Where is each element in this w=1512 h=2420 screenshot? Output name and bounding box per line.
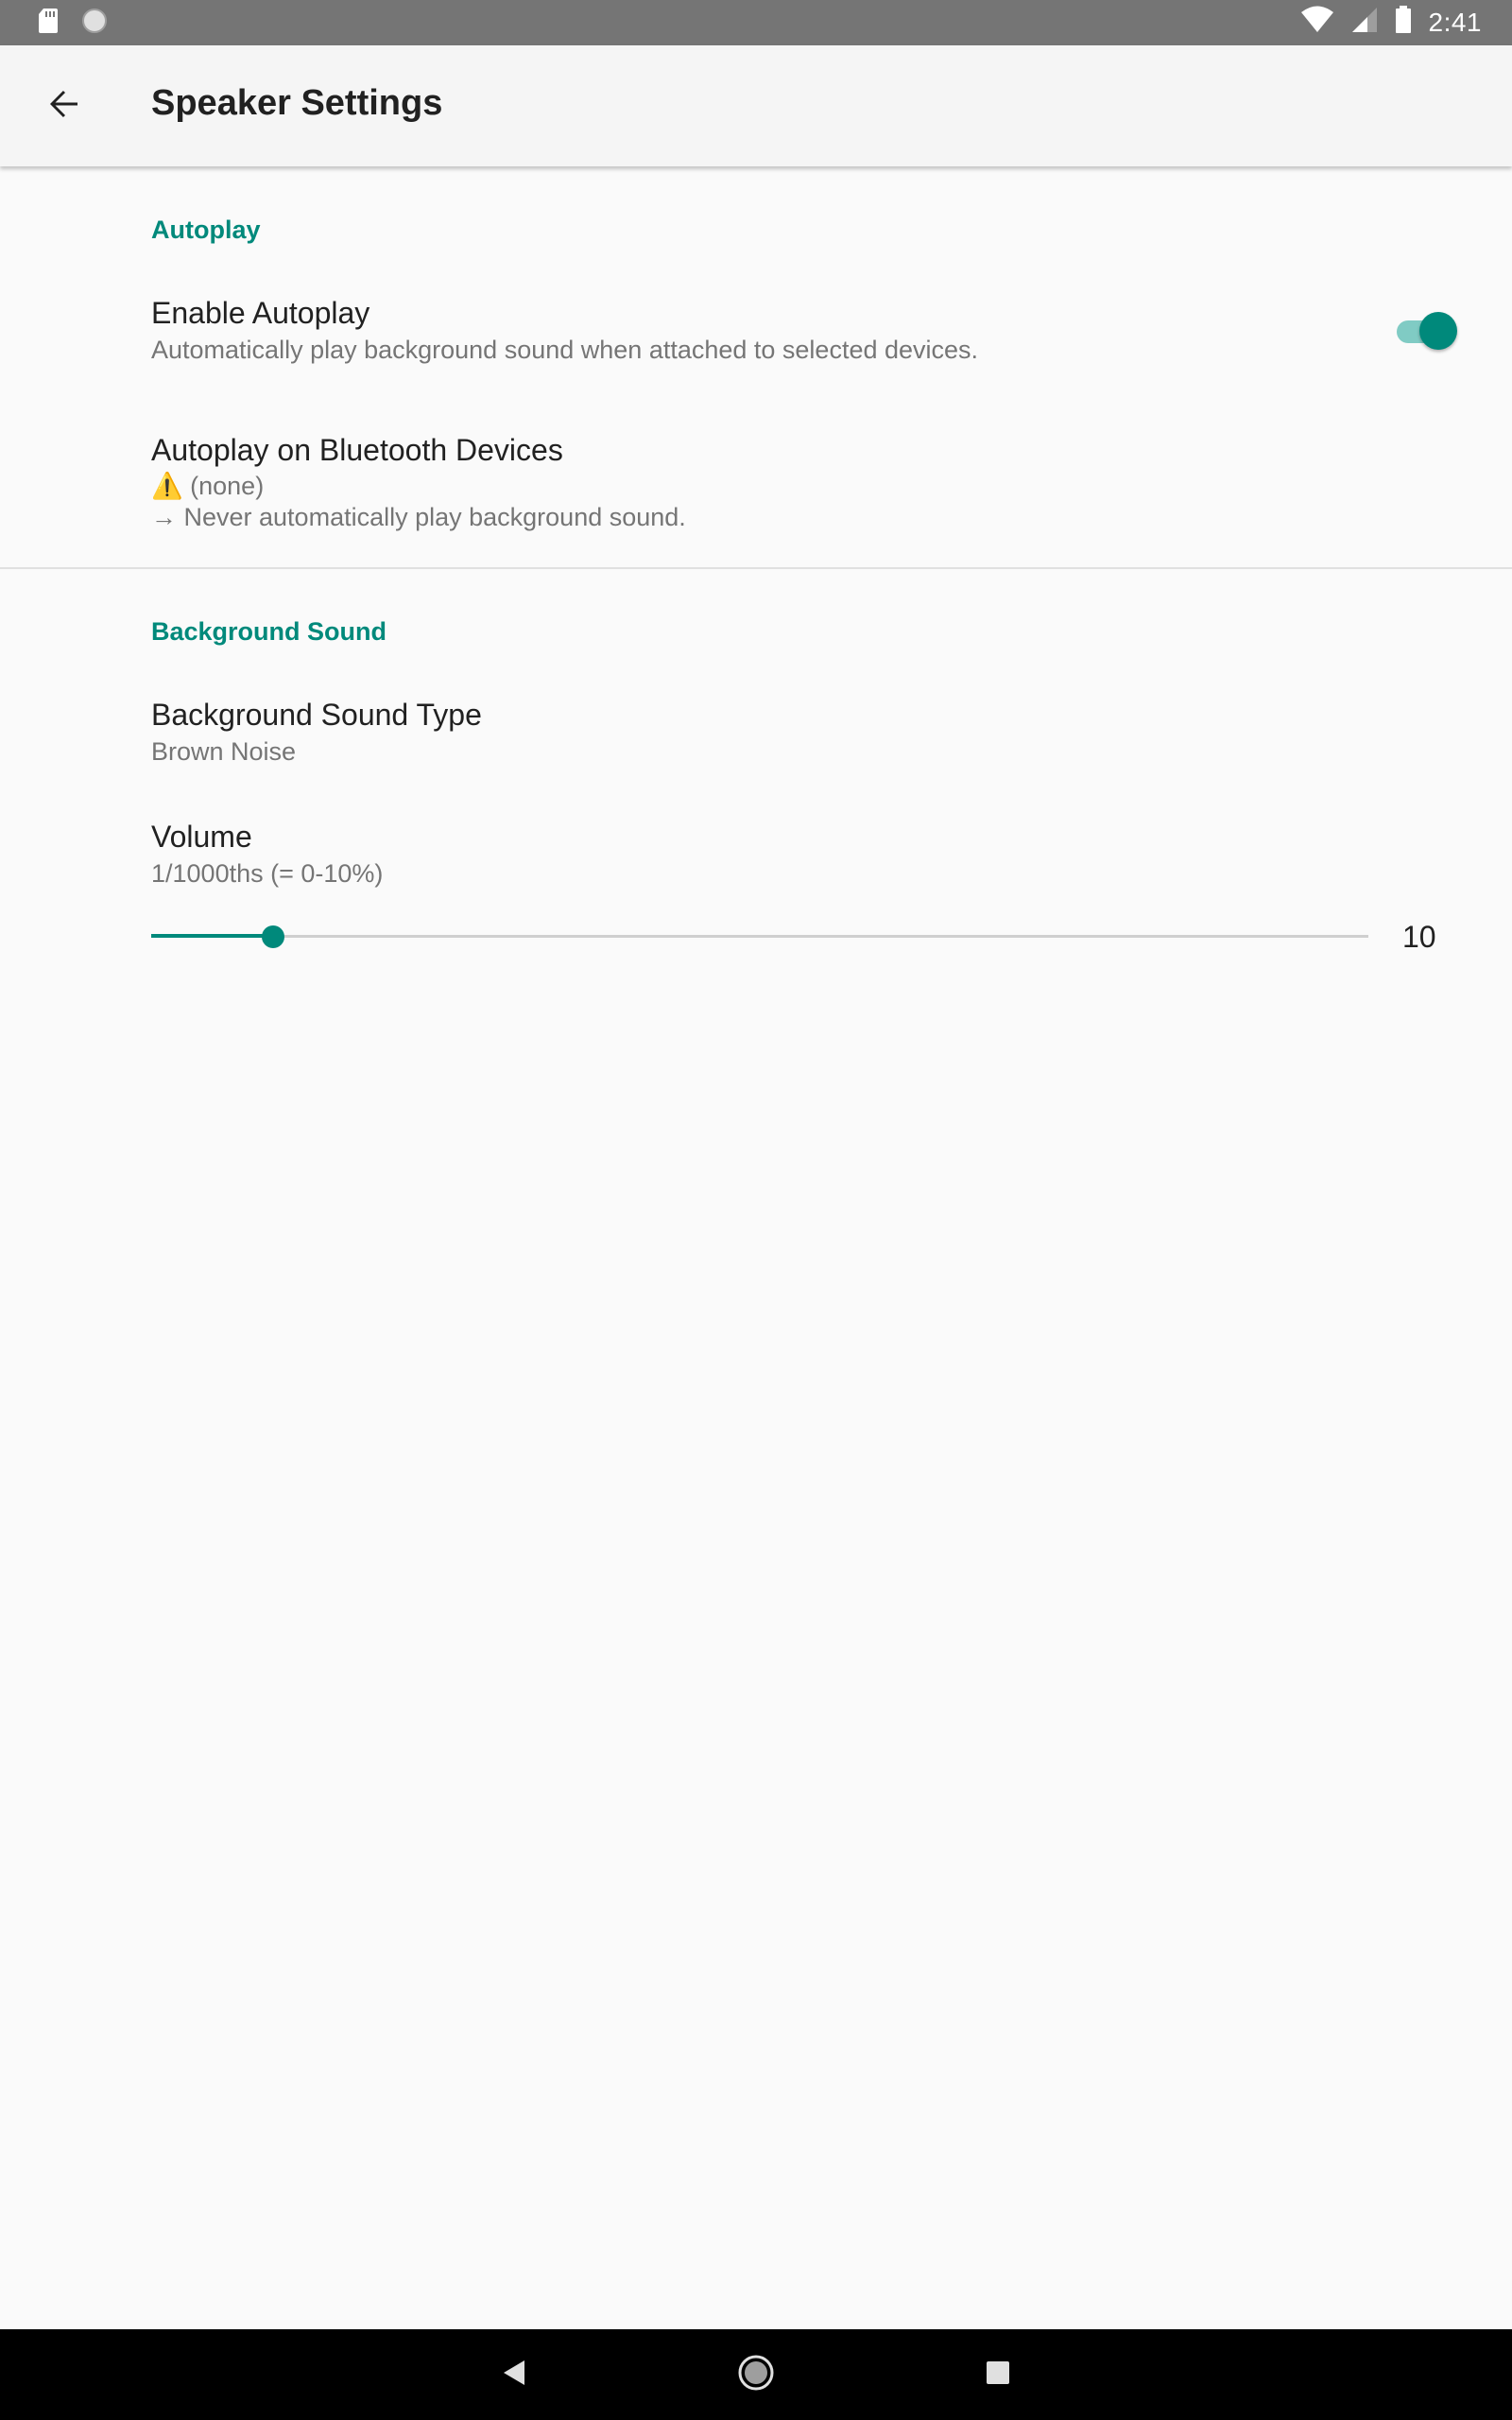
page-title: Speaker Settings <box>151 83 443 123</box>
pref-autoplay-bluetooth-line2: → Never automatically play background so… <box>151 503 686 531</box>
toolbar: Speaker Settings <box>0 45 1512 166</box>
back-button[interactable] <box>38 79 91 132</box>
pref-autoplay-bluetooth-line1: ⚠️ (none) <box>151 471 264 502</box>
volume-slider[interactable] <box>151 918 1368 956</box>
status-time: 2:41 <box>1428 7 1482 37</box>
navigation-bar <box>0 2329 1512 2420</box>
pref-autoplay-bluetooth-title: Autoplay on Bluetooth Devices <box>151 433 563 467</box>
nav-back-button[interactable] <box>488 2348 541 2401</box>
section-header-autoplay: Autoplay <box>151 216 261 244</box>
warning-icon: ⚠️ <box>151 472 183 500</box>
status-bar: 2:41 <box>0 0 1512 45</box>
pref-volume-summary: 1/1000ths (= 0-10%) <box>151 859 384 888</box>
slider-track <box>151 935 1368 938</box>
cell-signal-icon <box>1351 6 1378 39</box>
nav-recents-button[interactable] <box>971 2348 1024 2401</box>
bluetooth-devices-value: (none) <box>190 472 265 500</box>
nav-back-icon <box>500 2359 528 2392</box>
pref-enable-autoplay-title: Enable Autoplay <box>151 296 370 330</box>
slider-thumb[interactable] <box>262 925 284 948</box>
nav-recents-icon <box>985 2360 1011 2391</box>
battery-icon <box>1395 6 1412 39</box>
arrow-back-icon <box>45 85 83 128</box>
status-bar-right: 2:41 <box>1300 6 1483 39</box>
wifi-icon <box>1300 6 1334 39</box>
section-header-background-sound: Background Sound <box>151 617 387 646</box>
section-divider <box>0 567 1512 569</box>
enable-autoplay-switch[interactable] <box>1395 310 1459 352</box>
pref-background-sound-type-summary: Brown Noise <box>151 737 297 766</box>
nav-home-button[interactable] <box>730 2348 782 2401</box>
switch-thumb <box>1419 312 1457 350</box>
pref-volume-title: Volume <box>151 820 252 854</box>
status-bar-left <box>38 8 108 39</box>
volume-value: 10 <box>1402 920 1436 954</box>
nav-home-icon <box>737 2354 775 2396</box>
circle-icon <box>81 8 108 39</box>
pref-enable-autoplay-summary: Automatically play background sound when… <box>151 336 979 364</box>
slider-fill <box>151 934 273 938</box>
sd-card-icon <box>38 8 59 39</box>
pref-background-sound-type-title: Background Sound Type <box>151 698 482 732</box>
